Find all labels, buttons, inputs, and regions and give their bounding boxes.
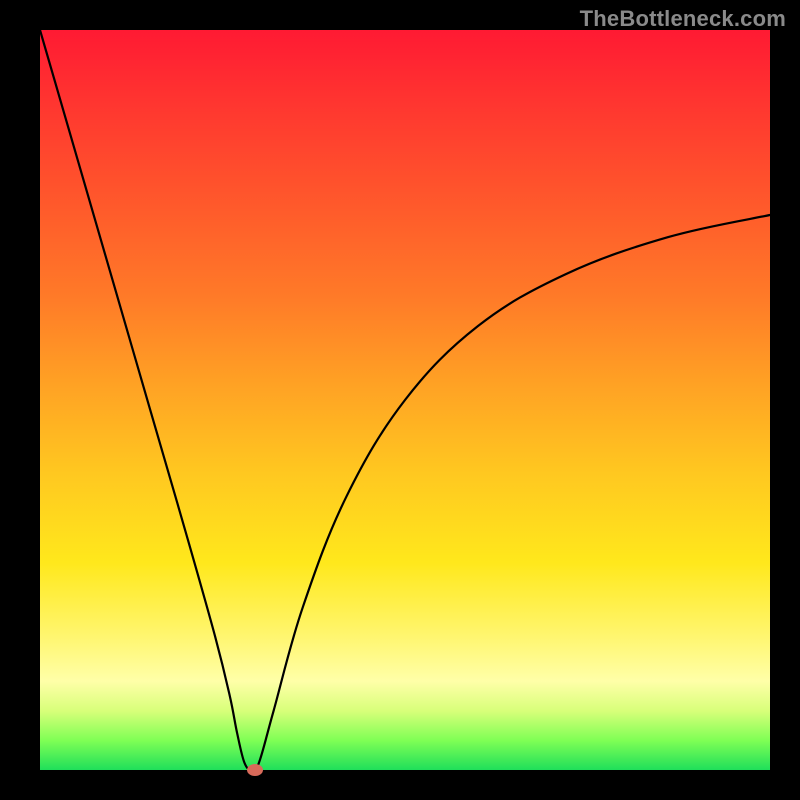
watermark-text: TheBottleneck.com (580, 6, 786, 32)
minimum-marker (247, 764, 263, 776)
bottleneck-curve (40, 30, 770, 770)
curve-path (40, 30, 770, 770)
chart-frame: TheBottleneck.com (0, 0, 800, 800)
plot-area (40, 30, 770, 770)
